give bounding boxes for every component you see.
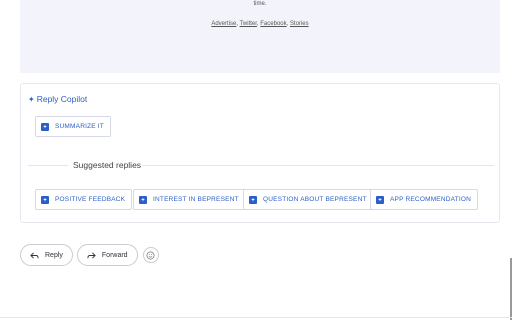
suggestion-label: QUESTION ABOUT BEPRESENT	[263, 196, 367, 203]
suggestion-label: APP RECOMMENDATION	[390, 196, 472, 203]
reply-icon	[30, 251, 39, 259]
copilot-icon	[249, 195, 257, 204]
suggestion-interest[interactable]: INTEREST IN BEPRESENT	[133, 189, 246, 210]
suggestion-app-recommendation[interactable]: APP RECOMMENDATION	[370, 189, 479, 210]
forward-button[interactable]: Forward	[76, 244, 138, 266]
suggestion-label: INTEREST IN BEPRESENT	[153, 196, 239, 203]
footer-link-advertise[interactable]: Advertise	[211, 21, 236, 27]
reply-button[interactable]: Reply	[20, 244, 73, 266]
footer-link-facebook[interactable]: Facebook	[260, 21, 286, 27]
footer-links: Advertise, Twitter, Facebook, Stories	[211, 21, 309, 27]
reply-copilot-panel: ✦ Reply Copilot SUMMARIZE IT Suggested r…	[20, 83, 500, 223]
suggestion-positive-feedback[interactable]: POSITIVE FEEDBACK	[35, 189, 133, 210]
copilot-icon	[41, 122, 49, 131]
footer-time-text: time.	[253, 1, 267, 7]
emoji-reaction-button[interactable]	[142, 247, 159, 263]
copilot-icon	[376, 195, 384, 204]
copilot-title-label: Reply Copilot	[36, 94, 88, 104]
forward-label: Forward	[101, 251, 128, 259]
sparkle-icon: ✦	[28, 94, 35, 104]
copilot-title: ✦ Reply Copilot	[28, 94, 87, 104]
email-page: time. Advertise, Twitter, Facebook, Stor…	[0, 0, 512, 320]
suggestion-question[interactable]: QUESTION ABOUT BEPRESENT	[243, 189, 374, 210]
copilot-icon	[41, 195, 49, 204]
summarize-button[interactable]: SUMMARIZE IT	[35, 116, 111, 137]
suggested-replies-heading: Suggested replies	[73, 160, 142, 170]
suggested-replies-divider: Suggested replies	[28, 160, 494, 170]
forward-icon	[87, 251, 96, 259]
smiley-icon	[146, 251, 155, 259]
divider-line-right	[142, 165, 494, 166]
footer-link-twitter[interactable]: Twitter	[240, 21, 257, 27]
summarize-label: SUMMARIZE IT	[55, 123, 104, 130]
footer-link-stories[interactable]: Stories	[290, 21, 309, 27]
suggestion-label: POSITIVE FEEDBACK	[55, 196, 126, 203]
bottom-divider	[0, 317, 512, 318]
divider-line-left	[28, 165, 68, 166]
copilot-icon	[139, 195, 147, 204]
email-footer: time. Advertise, Twitter, Facebook, Stor…	[20, 0, 500, 73]
message-actions: Reply Forward	[20, 244, 159, 266]
reply-label: Reply	[45, 251, 63, 259]
